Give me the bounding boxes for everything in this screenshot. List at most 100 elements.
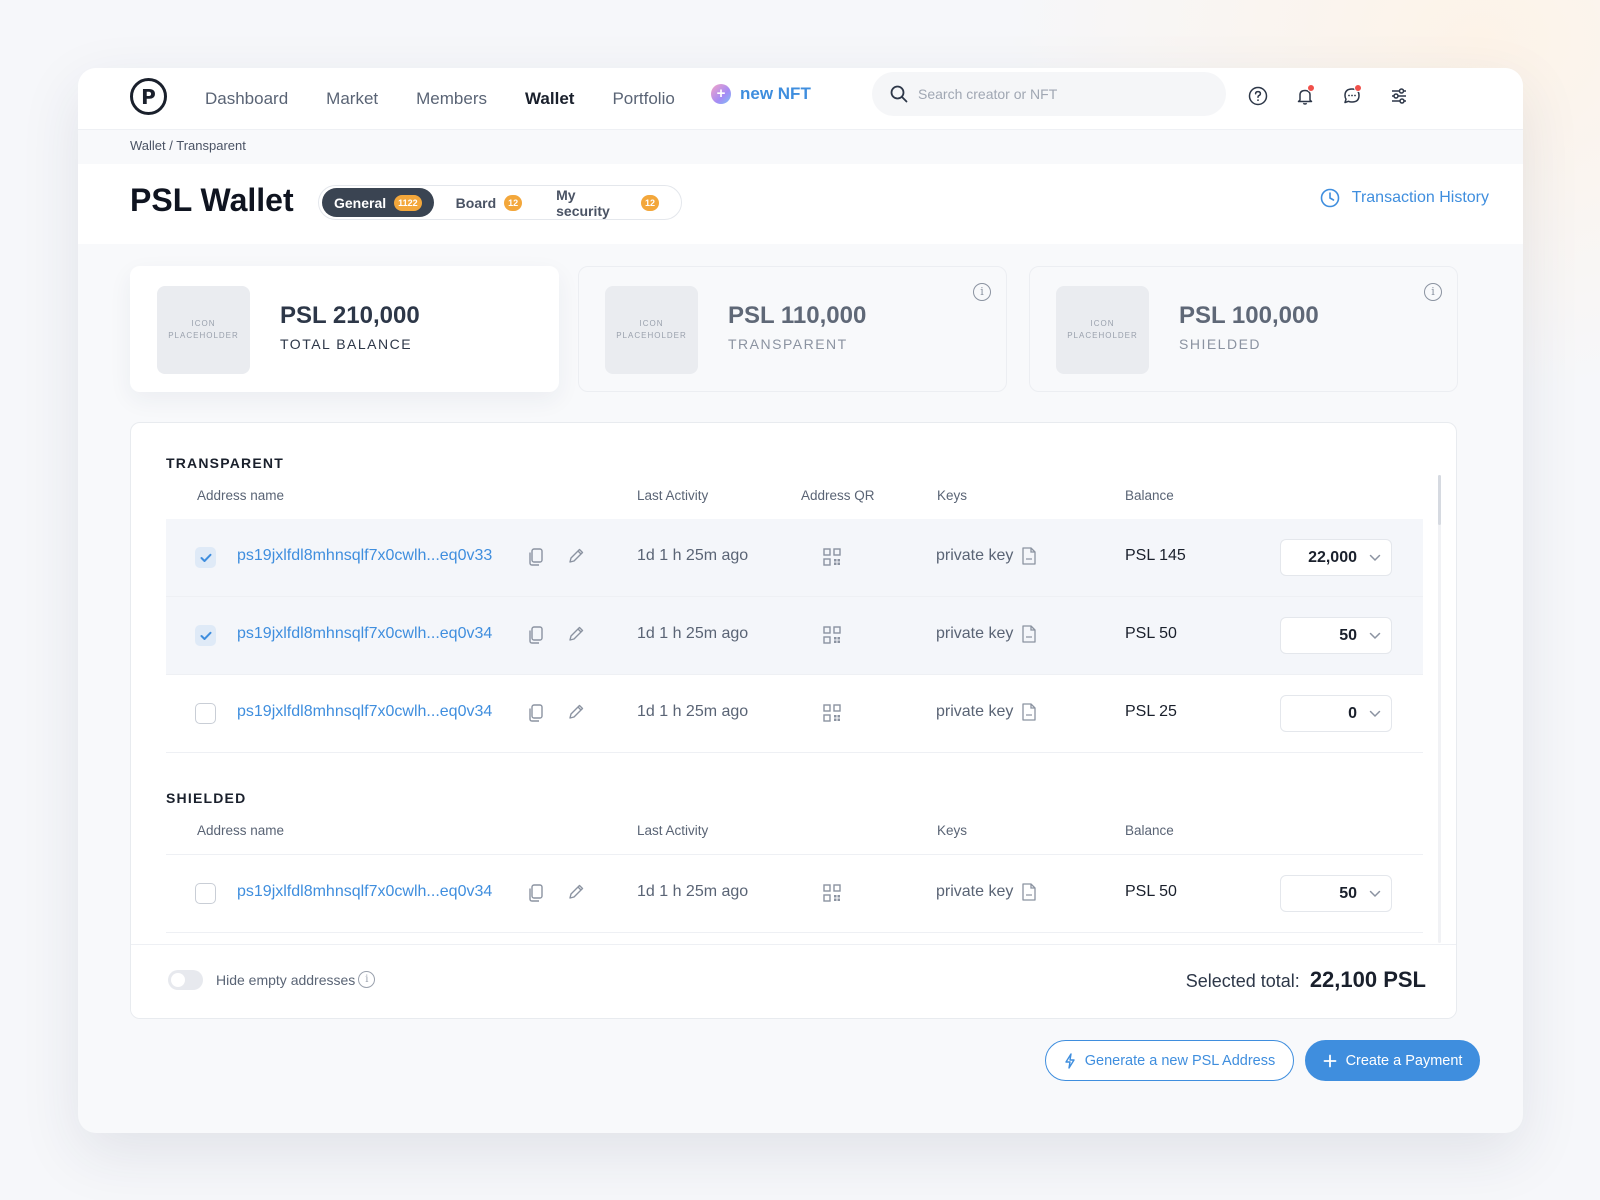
tab-label: General xyxy=(334,194,387,211)
wallet-tabs: General 1122 Board 12 My security 12 xyxy=(318,185,682,220)
new-nft-button[interactable]: + new NFT xyxy=(711,84,811,104)
private-key-link[interactable]: private key xyxy=(936,547,1037,565)
tab-badge: 12 xyxy=(641,194,659,211)
keys-label: private key xyxy=(936,547,1014,564)
card-label: SHIELDED xyxy=(1179,336,1262,352)
total-balance-card: ICON PLACEHOLDER PSL 210,000 TOTAL BALAN… xyxy=(130,266,559,392)
nav-market[interactable]: Market xyxy=(326,86,378,112)
col-header-keys: Keys xyxy=(937,823,968,838)
selected-total: Selected total: 22,100 PSL xyxy=(1186,967,1426,993)
scrollbar-thumb[interactable] xyxy=(1438,475,1441,525)
amount-value: 0 xyxy=(1348,705,1357,722)
qr-code-icon[interactable] xyxy=(823,548,841,566)
card-amount: PSL 210,000 xyxy=(280,302,420,329)
app-window: P Dashboard Market Members Wallet Portfo… xyxy=(78,68,1523,1133)
keys-label: private key xyxy=(936,703,1014,720)
table-row: ps19jxlfdl8mhnsqlf7x0cwlh...eq0v34 1d 1 … xyxy=(166,855,1423,933)
card-amount: PSL 100,000 xyxy=(1179,302,1319,329)
help-icon[interactable] xyxy=(1244,82,1272,110)
info-icon[interactable]: i xyxy=(973,283,991,301)
tab-my-security[interactable]: My security 12 xyxy=(544,186,671,219)
address-link[interactable]: ps19jxlfdl8mhnsqlf7x0cwlh...eq0v34 xyxy=(237,883,492,901)
new-nft-label: new NFT xyxy=(740,84,811,103)
copy-icon[interactable] xyxy=(528,626,544,644)
section-title-shielded: SHIELDED xyxy=(166,790,247,806)
pdf-file-icon xyxy=(1022,547,1037,565)
bell-icon[interactable] xyxy=(1291,82,1319,110)
search-bar[interactable] xyxy=(872,72,1226,116)
amount-value: 50 xyxy=(1339,885,1357,902)
notification-dot xyxy=(1307,84,1315,92)
hide-empty-label: Hide empty addresses i xyxy=(216,971,376,988)
col-header-keys: Keys xyxy=(937,488,968,503)
info-icon[interactable]: i xyxy=(358,971,376,988)
private-key-link[interactable]: private key xyxy=(936,625,1037,643)
col-header-activity: Last Activity xyxy=(637,488,709,503)
icon-placeholder: ICON PLACEHOLDER xyxy=(1056,286,1149,374)
edit-pencil-icon[interactable] xyxy=(567,703,585,721)
balance-value: PSL 25 xyxy=(1125,703,1177,720)
amount-select[interactable]: 50 xyxy=(1280,617,1392,654)
clock-icon xyxy=(1320,188,1340,208)
last-activity: 1d 1 h 25m ago xyxy=(637,547,749,564)
row-checkbox[interactable] xyxy=(195,883,216,904)
title-bar: PSL Wallet General 1122 Board 12 My secu… xyxy=(78,164,1523,244)
nav-wallet[interactable]: Wallet xyxy=(525,86,574,112)
transaction-history-link[interactable]: Transaction History xyxy=(1320,188,1489,208)
card-amount: PSL 110,000 xyxy=(728,302,867,329)
row-checkbox[interactable] xyxy=(195,547,216,568)
generate-address-label: Generate a new PSL Address xyxy=(1084,1052,1276,1069)
table-row: ps19jxlfdl8mhnsqlf7x0cwlh...eq0v34 1d 1 … xyxy=(166,597,1423,675)
balance-value: PSL 145 xyxy=(1125,547,1186,564)
tab-board[interactable]: Board 12 xyxy=(444,188,534,217)
amount-select[interactable]: 22,000 xyxy=(1280,539,1392,576)
search-input[interactable] xyxy=(918,86,1208,102)
private-key-link[interactable]: private key xyxy=(936,883,1037,901)
copy-icon[interactable] xyxy=(528,548,544,566)
row-checkbox[interactable] xyxy=(195,625,216,646)
create-payment-button[interactable]: Create a Payment xyxy=(1305,1040,1480,1081)
row-checkbox[interactable] xyxy=(195,703,216,724)
nav-dashboard[interactable]: Dashboard xyxy=(205,86,288,112)
main-nav: Dashboard Market Members Wallet Portfoli… xyxy=(205,86,713,112)
amount-select[interactable]: 0 xyxy=(1280,695,1392,732)
nav-portfolio[interactable]: Portfolio xyxy=(612,86,674,112)
settings-sliders-icon[interactable] xyxy=(1385,82,1413,110)
edit-pencil-icon[interactable] xyxy=(567,625,585,643)
qr-code-icon[interactable] xyxy=(823,626,841,644)
hide-empty-toggle[interactable] xyxy=(168,970,203,990)
scrollbar-track[interactable] xyxy=(1438,475,1441,943)
card-label: TRANSPARENT xyxy=(728,336,848,352)
tab-label: My security xyxy=(556,186,610,219)
pastel-logo[interactable]: P xyxy=(130,78,167,115)
create-payment-label: Create a Payment xyxy=(1345,1052,1463,1069)
info-icon[interactable]: i xyxy=(1424,283,1442,301)
last-activity: 1d 1 h 25m ago xyxy=(637,625,749,642)
tab-general[interactable]: General 1122 xyxy=(322,188,434,217)
address-link[interactable]: ps19jxlfdl8mhnsqlf7x0cwlh...eq0v33 xyxy=(237,547,492,565)
amount-value: 50 xyxy=(1339,627,1357,644)
tab-badge: 1122 xyxy=(394,194,422,211)
col-header-address: Address name xyxy=(197,488,285,503)
plus-icon: + xyxy=(711,84,731,104)
qr-code-icon[interactable] xyxy=(823,884,841,902)
qr-code-icon[interactable] xyxy=(823,704,841,722)
amount-select[interactable]: 50 xyxy=(1280,875,1392,912)
copy-icon[interactable] xyxy=(528,884,544,902)
address-link[interactable]: ps19jxlfdl8mhnsqlf7x0cwlh...eq0v34 xyxy=(237,703,492,721)
addresses-panel: TRANSPARENT Address name Last Activity A… xyxy=(130,422,1457,1019)
breadcrumb: Wallet / Transparent xyxy=(130,138,246,153)
generate-address-button[interactable]: Generate a new PSL Address xyxy=(1045,1040,1294,1081)
amount-value: 22,000 xyxy=(1308,549,1357,566)
address-link[interactable]: ps19jxlfdl8mhnsqlf7x0cwlh...eq0v34 xyxy=(237,625,492,643)
private-key-link[interactable]: private key xyxy=(936,703,1037,721)
lightning-icon xyxy=(1065,1052,1075,1069)
pdf-file-icon xyxy=(1022,625,1037,643)
nav-members[interactable]: Members xyxy=(416,86,487,112)
shielded-balance-card: ICON PLACEHOLDER PSL 100,000 SHIELDED i xyxy=(1029,266,1458,392)
col-header-activity: Last Activity xyxy=(637,823,709,838)
copy-icon[interactable] xyxy=(528,704,544,722)
edit-pencil-icon[interactable] xyxy=(567,547,585,565)
chat-icon[interactable] xyxy=(1338,82,1366,110)
edit-pencil-icon[interactable] xyxy=(567,883,585,901)
